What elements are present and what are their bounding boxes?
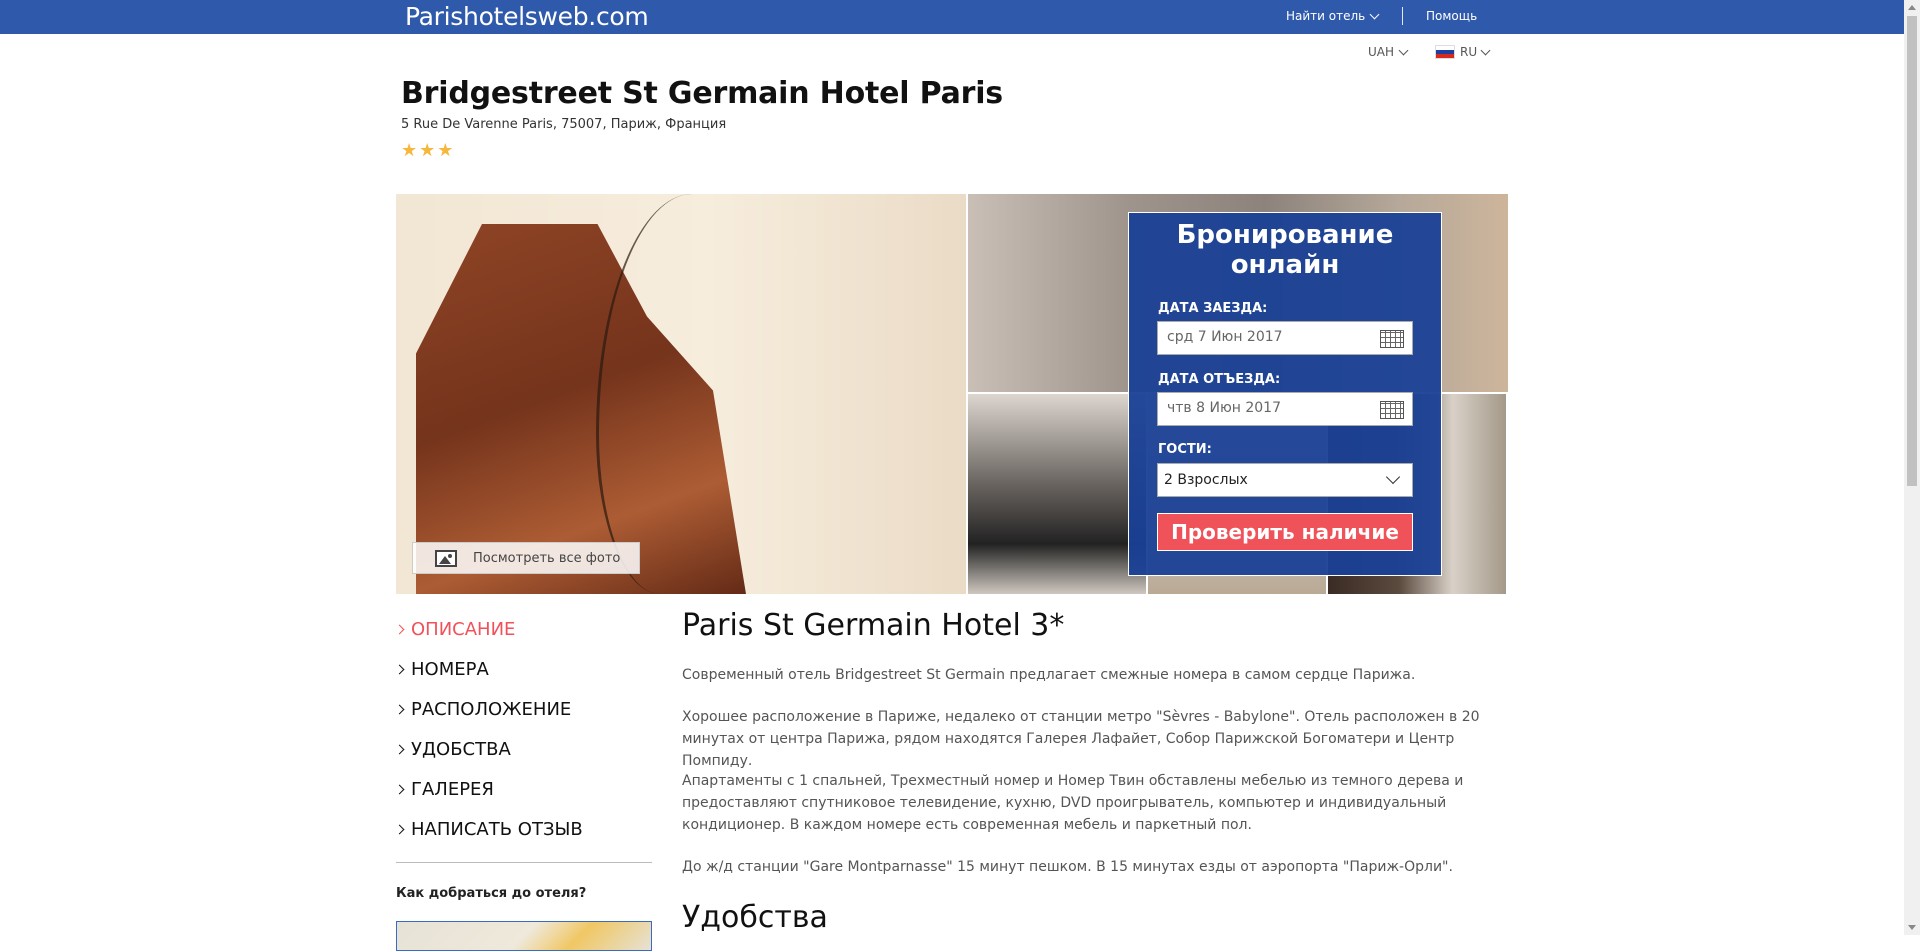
language-selector[interactable]: RU [1435,45,1491,59]
guests-select[interactable]: 2 Взрослых [1157,463,1413,497]
description-title: Paris St Germain Hotel 3* [682,608,1065,643]
image-icon [435,549,457,567]
nav-item-location[interactable]: РАСПОЛОЖЕНИЕ [394,694,652,734]
nav-item-label: УДОБСТВА [411,739,511,760]
hotel-description: Paris St Germain Hotel 3* Современный от… [682,608,1512,935]
calendar-icon[interactable] [1380,401,1404,419]
chevron-right-icon [394,664,405,675]
star-rating: ★★★ [401,140,456,161]
find-hotel-menu[interactable]: Найти отель [1286,9,1380,23]
see-all-photos-label: Посмотреть все фото [473,550,621,566]
nav-item-label: НОМЕРА [411,659,489,680]
nav-item-write-review[interactable]: НАПИСАТЬ ОТЗЫВ [394,814,652,854]
checkin-label: ДАТА ЗАЕЗДА: [1158,301,1268,316]
photo-thumb-2[interactable] [968,394,1146,594]
chevron-right-icon [394,784,405,795]
currency-selector[interactable]: UAH [1368,45,1409,59]
nav-item-label: ОПИСАНИЕ [411,619,516,640]
scroll-up-arrow-icon[interactable] [1908,5,1916,10]
check-availability-button[interactable]: Проверить наличие [1157,513,1413,551]
nav-item-label: НАПИСАТЬ ОТЗЫВ [411,819,583,840]
description-paragraph: Современный отель Bridgestreet St Germai… [682,667,1416,683]
checkin-date-field[interactable]: срд 7 Июн 2017 [1157,321,1413,355]
scroll-down-arrow-icon[interactable] [1908,925,1916,930]
description-paragraph: До ж/д станции "Gare Montparnasse" 15 ми… [682,859,1453,875]
map-thumbnail[interactable] [396,921,652,951]
description-paragraph: Хорошее расположение в Париже, недалеко … [682,709,1480,769]
language-label: RU [1460,45,1478,59]
chevron-down-icon [1369,9,1380,19]
nav-item-rooms[interactable]: НОМЕРА [394,654,652,694]
nav-divider [1402,7,1403,25]
guests-value: 2 Взрослых [1164,472,1248,488]
scrollbar-thumb[interactable] [1907,16,1917,486]
chevron-right-icon [394,744,405,755]
nav-item-label: ГАЛЕРЕЯ [411,779,494,800]
chevron-right-icon [394,824,405,835]
nav-item-amenities[interactable]: УДОБСТВА [394,734,652,774]
chevron-down-icon [1385,469,1401,485]
russia-flag-icon [1435,45,1455,59]
calendar-icon[interactable] [1380,330,1404,348]
help-link[interactable]: Помощь [1426,9,1477,23]
top-bar: Parishotelsweb.com Найти отель Помощь [0,0,1904,34]
hotel-address: 5 Rue De Varenne Paris, 75007, Париж, Фр… [401,117,727,132]
hotel-title: Bridgestreet St Germain Hotel Paris [401,76,1003,111]
chevron-down-icon [1398,45,1409,55]
chevron-down-icon [1480,45,1491,55]
site-logo[interactable]: Parishotelsweb.com [405,2,649,31]
currency-label: UAH [1368,45,1395,59]
section-nav: ОПИСАНИЕ НОМЕРА РАСПОЛОЖЕНИЕ УДОБСТВА ГА… [394,614,652,854]
find-hotel-label: Найти отель [1286,9,1366,23]
checkin-date-value: срд 7 Июн 2017 [1167,329,1283,345]
booking-panel: Бронирование онлайн ДАТА ЗАЕЗДА: срд 7 И… [1128,212,1442,576]
how-to-get-heading: Как добраться до отеля? [396,886,587,901]
chevron-right-icon [394,624,405,635]
see-all-photos-button[interactable]: Посмотреть все фото [412,542,640,574]
checkout-date-field[interactable]: чтв 8 Июн 2017 [1157,392,1413,426]
description-paragraph: Апартаменты с 1 спальней, Трехместный но… [682,773,1464,833]
nav-item-label: РАСПОЛОЖЕНИЕ [411,699,572,720]
main-photo[interactable]: Посмотреть все фото [396,194,966,594]
chevron-right-icon [394,704,405,715]
nav-item-gallery[interactable]: ГАЛЕРЕЯ [394,774,652,814]
guests-label: ГОСТИ: [1158,442,1212,457]
booking-title: Бронирование онлайн [1176,220,1394,280]
nav-item-description[interactable]: ОПИСАНИЕ [394,614,652,654]
handrail-image [596,194,756,594]
amenities-heading: Удобства [682,900,828,935]
sidebar-divider [396,862,652,863]
checkout-label: ДАТА ОТЪЕЗДА: [1158,372,1281,387]
page-scrollbar[interactable] [1904,0,1920,935]
checkout-date-value: чтв 8 Июн 2017 [1167,400,1281,416]
